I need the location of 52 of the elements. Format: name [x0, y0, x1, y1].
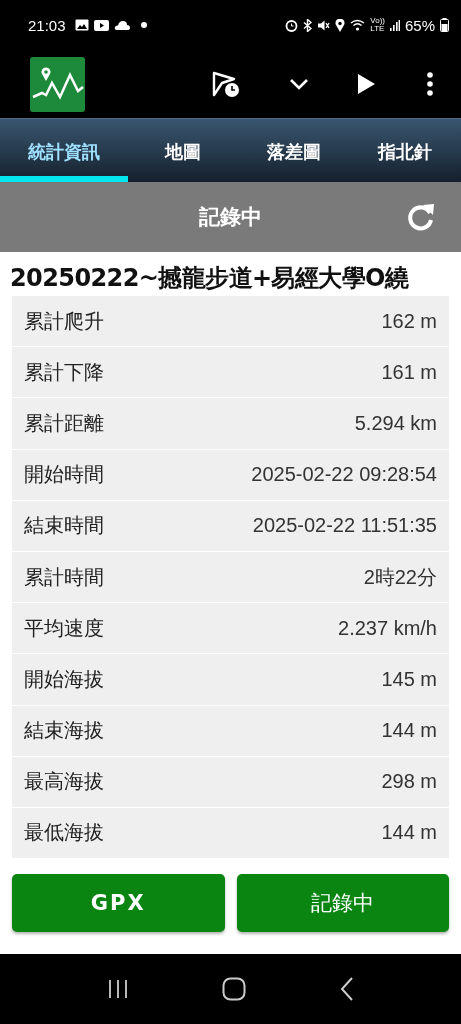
stat-label: 累計距離 [24, 409, 104, 437]
track-title: 20250222~撼龍步道+易經大學O繞 [9, 263, 410, 294]
stat-value: 2025-02-22 11:51:35 [252, 514, 437, 538]
battery-icon [440, 18, 449, 32]
stat-label: 平均速度 [24, 614, 104, 642]
cloud-icon [113, 20, 130, 30]
network-label: Vo)) LTE [370, 17, 385, 33]
signal-icon [389, 19, 400, 31]
action-button[interactable]: GPX [12, 874, 225, 933]
stat-label: 開始時間 [24, 461, 104, 489]
status-time: 21:03 [28, 16, 66, 34]
stat-value: 162 m [381, 309, 437, 333]
location-icon [335, 18, 346, 32]
action-button[interactable]: 記錄中 [236, 874, 449, 933]
stat-label: 累計下降 [24, 358, 104, 386]
status-title: 記錄中 [199, 204, 262, 231]
stat-value: 2025-02-22 09:28:54 [251, 463, 437, 487]
more-icon[interactable] [427, 72, 433, 96]
tab[interactable]: 地圖 [127, 119, 239, 182]
stat-value: 144 m [381, 719, 437, 743]
dot-icon [140, 22, 147, 28]
stat-value: 5.294 km [354, 411, 437, 435]
stat-label: 開始海拔 [24, 665, 104, 693]
refresh-icon[interactable] [405, 201, 437, 233]
image-icon [74, 19, 89, 31]
stat-label: 最低海拔 [24, 819, 104, 847]
home-icon[interactable] [222, 977, 247, 1002]
stat-value: 144 m [381, 821, 437, 845]
stat-value: 298 m [381, 770, 437, 794]
send-timer-icon[interactable] [211, 70, 241, 98]
tab[interactable]: 指北針 [349, 119, 461, 182]
play-icon[interactable] [357, 74, 375, 94]
stat-label: 最高海拔 [24, 768, 104, 796]
recent-apps-icon[interactable] [106, 979, 129, 1000]
chevron-down-icon[interactable] [289, 78, 309, 90]
mute-icon [317, 18, 331, 32]
video-icon [93, 19, 109, 31]
back-icon[interactable] [340, 977, 355, 1002]
stat-label: 結束海拔 [24, 717, 104, 745]
stat-label: 累計爬升 [24, 307, 104, 335]
wifi-icon [350, 19, 366, 31]
stat-label: 累計時間 [24, 563, 104, 591]
stat-value: 2.237 km/h [338, 616, 437, 640]
alarm-icon [285, 18, 299, 32]
tab[interactable]: 落差圖 [238, 119, 350, 182]
stat-value: 145 m [381, 667, 437, 691]
battery-percent: 65% [404, 16, 435, 34]
bluetooth-icon [303, 18, 313, 32]
stat-label: 結束時間 [24, 512, 104, 540]
app-logo-icon[interactable] [30, 56, 85, 112]
stat-value: 161 m [381, 360, 437, 384]
stat-value: 2時22分 [363, 564, 437, 590]
